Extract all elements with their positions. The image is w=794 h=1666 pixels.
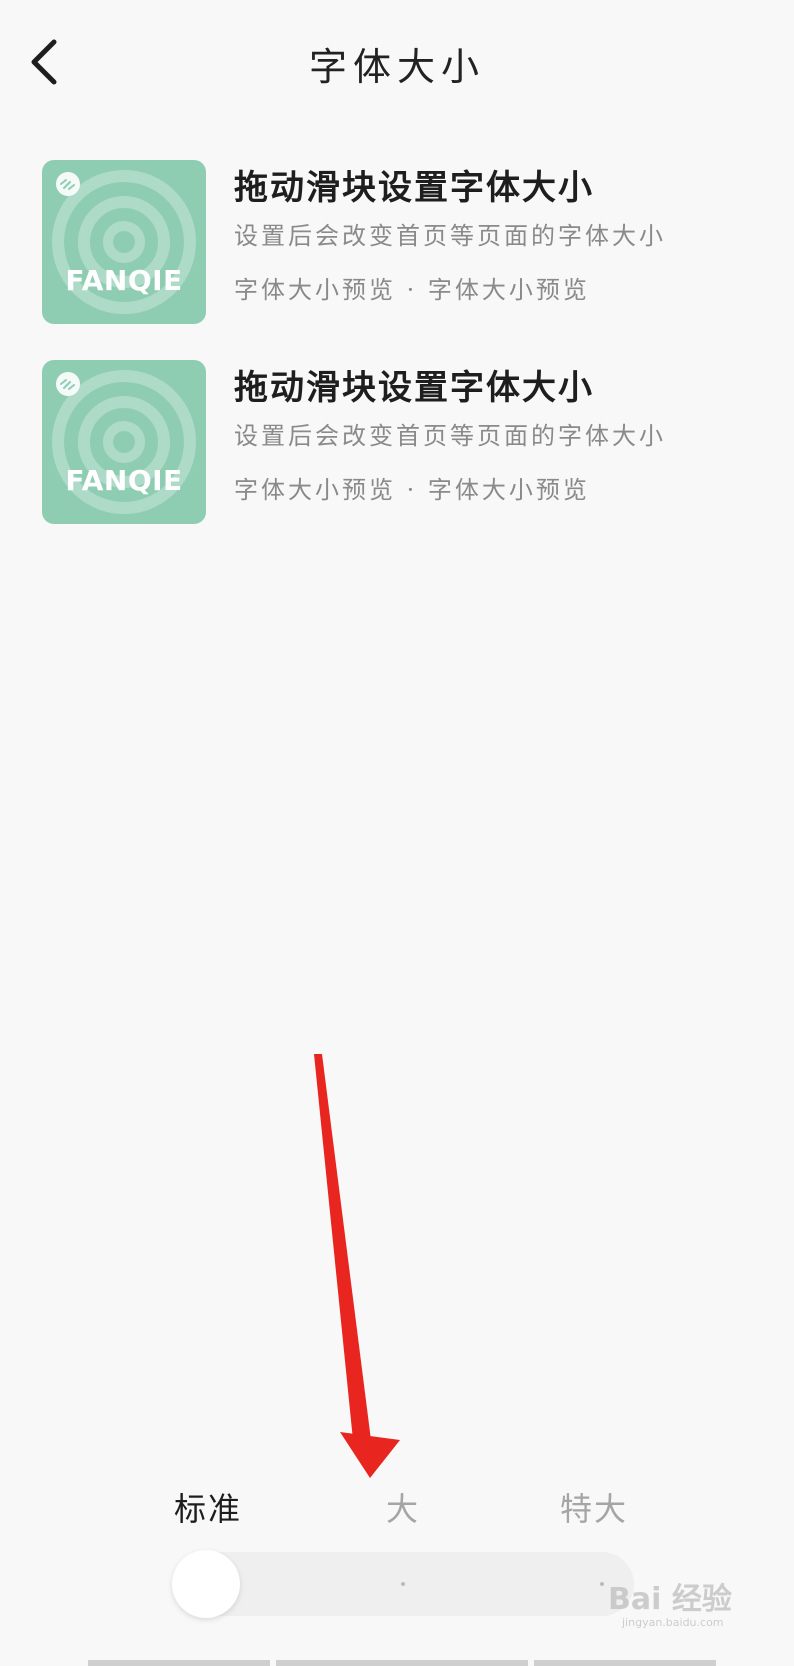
preview-title: 拖动滑块设置字体大小 [234,168,594,208]
size-option-large[interactable]: 大 [386,1484,420,1530]
preview-meta: 字体大小预览 · 字体大小预览 [234,476,590,504]
header-bar: 字体大小 [0,0,794,130]
size-option-standard[interactable]: 标准 [174,1484,242,1530]
cover-rings-graphic [52,370,196,514]
preview-list-item: FANQIE 拖动滑块设置字体大小 设置后会改变首页等页面的字体大小 字体大小预… [42,360,762,526]
slider-stop-extra-large [600,1582,604,1586]
preview-description: 设置后会改变首页等页面的字体大小 [234,422,666,450]
cover-rings-graphic [52,170,196,314]
baidu-jingyan-watermark: Bai 经验 jingyan.baidu.com [608,1582,732,1630]
preview-meta: 字体大小预览 · 字体大小预览 [234,276,590,304]
book-cover-image: FANQIE [42,360,206,524]
font-size-options: 标准 大 特大 [0,1484,794,1534]
watermark-url: jingyan.baidu.com [622,1616,724,1629]
slider-stop-large [401,1582,405,1586]
font-size-slider-thumb[interactable] [172,1550,240,1618]
font-size-slider-track[interactable] [172,1552,634,1616]
preview-description: 设置后会改变首页等页面的字体大小 [234,222,666,250]
cover-logo-text: FANQIE [65,264,183,297]
page-title: 字体大小 [308,45,485,89]
size-option-extra-large[interactable]: 特大 [560,1484,628,1530]
watermark-brand: Bai 经验 [608,1582,732,1617]
bottom-divider [534,1660,716,1666]
book-cover-image: FANQIE [42,160,206,324]
preview-list-item: FANQIE 拖动滑块设置字体大小 设置后会改变首页等页面的字体大小 字体大小预… [42,160,762,326]
preview-title: 拖动滑块设置字体大小 [234,368,594,408]
bottom-divider [88,1660,270,1666]
bottom-divider [276,1660,528,1666]
cover-logo-text: FANQIE [65,464,183,497]
